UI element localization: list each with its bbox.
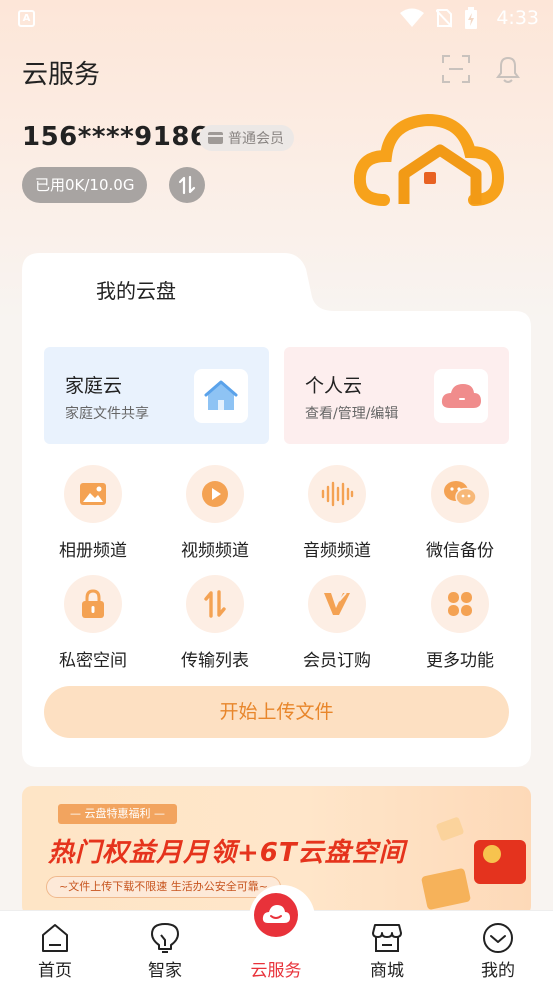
tab-label: 商城 (370, 961, 404, 981)
notification-a-icon: A (18, 10, 35, 27)
gift-decoration-icon (421, 817, 526, 910)
play-icon (186, 465, 244, 523)
status-time: 4:33 (496, 7, 539, 29)
feature-label: 视频频道 (181, 541, 249, 561)
upload-file-button[interactable]: 开始上传文件 (44, 686, 509, 738)
home-icon (42, 924, 68, 952)
page-title: 云服务 (22, 60, 101, 90)
cloud-home-logo (354, 113, 504, 206)
vip-icon (308, 575, 366, 633)
feature-label: 私密空间 (59, 651, 127, 671)
profile-icon (483, 923, 513, 953)
feature-label: 会员订购 (303, 651, 371, 671)
card-icon (208, 132, 223, 144)
family-house-icon (194, 369, 248, 423)
audio-wave-icon (308, 465, 366, 523)
feature-label: 相册频道 (59, 541, 127, 561)
banner-subline: ~文件上传下载不限速 生活办公安全可靠~ (46, 876, 281, 898)
status-icons (400, 7, 478, 29)
scan-icon[interactable] (441, 54, 471, 84)
transfer-button[interactable] (169, 167, 205, 203)
drive-title: 我的云盘 (96, 279, 176, 303)
lock-icon (64, 575, 122, 633)
tab-label: 首页 (38, 961, 72, 981)
member-badge[interactable]: 普通会员 (199, 125, 294, 151)
personal-cloud-title: 个人云 (305, 375, 363, 397)
feature-vip[interactable]: 会员订购 (277, 575, 397, 671)
feature-private[interactable]: 私密空间 (33, 575, 153, 671)
bulb-icon (151, 923, 179, 953)
my-drive-card: 我的云盘 家庭云 家庭文件共享 个人云 查看/管理/编辑 相册频道 视频频道 音… (22, 253, 531, 767)
wifi-icon (400, 8, 424, 27)
feature-label: 传输列表 (181, 651, 249, 671)
feature-transfer[interactable]: 传输列表 (155, 575, 275, 671)
family-cloud-subtitle: 家庭文件共享 (65, 406, 149, 422)
store-icon (372, 924, 402, 952)
transfer-icon (186, 575, 244, 633)
cloud-service-icon (254, 893, 298, 937)
app-header: 云服务 (0, 48, 553, 92)
feature-video[interactable]: 视频频道 (155, 465, 275, 561)
family-cloud-card[interactable]: 家庭云 家庭文件共享 (44, 347, 269, 444)
personal-cloud-icon (434, 369, 488, 423)
feature-more[interactable]: 更多功能 (400, 575, 520, 671)
personal-cloud-subtitle: 查看/管理/编辑 (305, 406, 399, 422)
bell-icon[interactable] (494, 54, 522, 84)
photo-icon (64, 465, 122, 523)
tab-label: 我的 (481, 961, 515, 981)
wechat-icon (431, 465, 489, 523)
storage-usage[interactable]: 已用0K/10.0G (22, 167, 148, 203)
feature-wechat[interactable]: 微信备份 (400, 465, 520, 561)
tab-label: 智家 (148, 961, 182, 981)
banner-tag: — 云盘特惠福利 — (58, 804, 177, 824)
more-icon (431, 575, 489, 633)
feature-label: 音频频道 (303, 541, 371, 561)
bottom-tab-bar: 首页 智家 云服务 商城 我的 (0, 885, 553, 983)
banner-headline: 热门权益月月领+6T云盘空间 (48, 838, 406, 868)
no-sim-icon (436, 9, 452, 28)
battery-icon (465, 7, 477, 29)
transfer-arrows-icon (178, 175, 196, 195)
personal-cloud-card[interactable]: 个人云 查看/管理/编辑 (284, 347, 509, 444)
tab-label: 云服务 (250, 961, 302, 981)
member-level: 普通会员 (228, 131, 284, 147)
feature-label: 微信备份 (426, 541, 494, 561)
feature-album[interactable]: 相册频道 (33, 465, 153, 561)
status-bar: A 4:33 (0, 0, 553, 38)
family-cloud-title: 家庭云 (65, 375, 123, 397)
account-phone: 156****9186 (22, 122, 209, 152)
feature-audio[interactable]: 音频频道 (277, 465, 397, 561)
feature-label: 更多功能 (426, 651, 494, 671)
